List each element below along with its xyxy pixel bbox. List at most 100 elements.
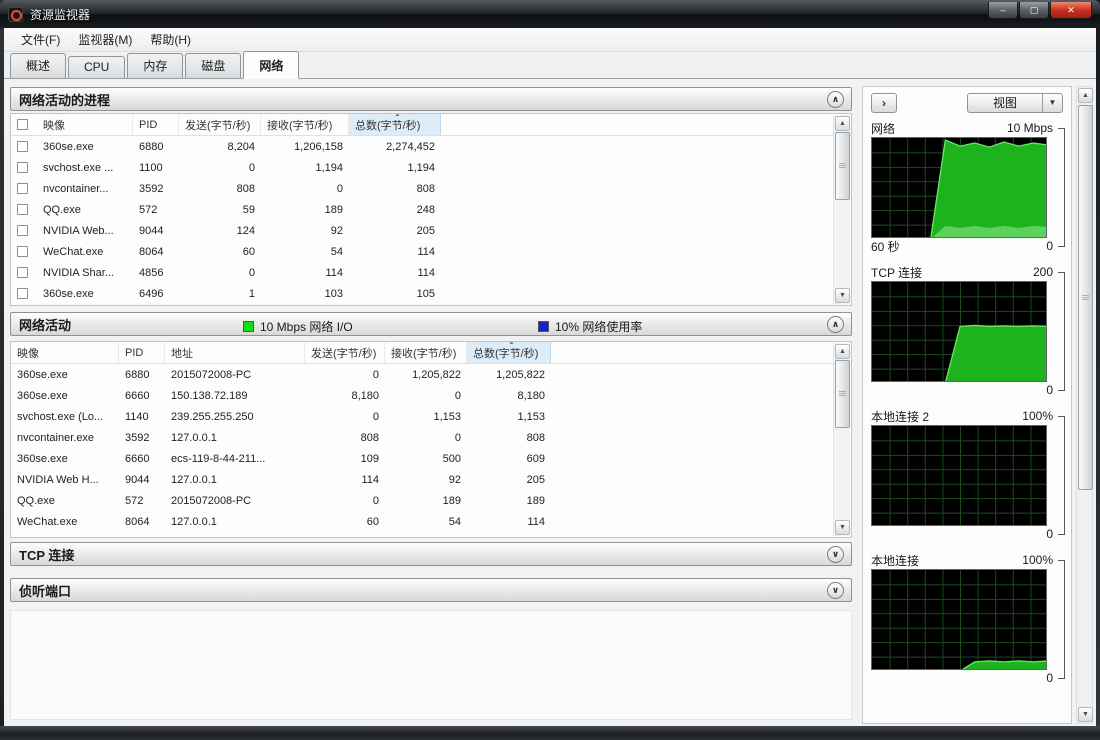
- graph-foot: 0: [871, 526, 1053, 542]
- graph-block-2: 本地连接 2 100% 0: [871, 407, 1065, 542]
- scroll-down-icon[interactable]: ▼: [835, 288, 850, 303]
- scroll-up-icon[interactable]: ▲: [1078, 88, 1093, 103]
- page-scrollbar[interactable]: ▲ ▼: [1076, 86, 1093, 724]
- sort-asc-icon: ▲: [508, 342, 515, 346]
- cell: 105: [416, 287, 435, 300]
- section-listening-ports-header[interactable]: 侦听端口 ∨: [10, 578, 852, 602]
- table-row[interactable]: NVIDIA Web... 9044 124 92 205: [11, 220, 851, 241]
- graph-title: 本地连接 2: [871, 409, 930, 424]
- column-header-5[interactable]: 总数(字节/秒) ▲: [467, 342, 551, 363]
- table-header: 映像 PID 地址 发送(字节/秒) 接收(字节/秒) 总数(字节/秒) ▲: [11, 342, 851, 364]
- tab-0[interactable]: 概述: [10, 53, 67, 78]
- table-scrollbar[interactable]: ▲ ▼: [833, 115, 850, 304]
- scroll-up-icon[interactable]: ▲: [835, 344, 850, 359]
- cell: 127.0.0.1: [171, 515, 217, 528]
- panel-toggle-button[interactable]: ›: [871, 93, 897, 113]
- table-row[interactable]: 360se.exe 6880 8,204 1,206,158 2,274,452: [11, 136, 851, 157]
- close-button[interactable]: ✕: [1050, 1, 1092, 19]
- column-header-4[interactable]: 总数(字节/秒) ▲: [349, 114, 441, 135]
- row-checkbox[interactable]: [17, 225, 28, 236]
- menu-item[interactable]: 监视器(M): [69, 28, 141, 51]
- menu-item[interactable]: 帮助(H): [141, 28, 200, 51]
- table-row[interactable]: 360se.exe 6496 1 103 105: [11, 283, 851, 304]
- row-checkbox[interactable]: [17, 162, 28, 173]
- cell: 127.0.0.1: [171, 473, 217, 486]
- cell: 572: [125, 494, 144, 507]
- table-row[interactable]: 360se.exe 6880 2015072008-PC 0 1,205,822 1,20…: [11, 364, 851, 385]
- row-checkbox[interactable]: [17, 288, 28, 299]
- tab-1[interactable]: CPU: [68, 56, 126, 78]
- cell: 0: [336, 182, 343, 195]
- table-row[interactable]: NVIDIA Shar... 4856 0 114 114: [11, 262, 851, 283]
- cell: QQ.exe: [17, 494, 55, 507]
- graph-block-3: 本地连接 100% 0: [871, 551, 1065, 686]
- graph-head: 本地连接 100%: [871, 551, 1053, 569]
- header-checkbox-cell: [11, 114, 37, 135]
- collapse-icon[interactable]: ∧: [827, 91, 844, 108]
- table-scrollbar[interactable]: ▲ ▼: [833, 343, 850, 536]
- section-activity-header[interactable]: 网络活动 10 Mbps 网络 I/O 10% 网络使用率 ∧: [10, 312, 852, 336]
- column-header-1[interactable]: PID: [119, 342, 165, 363]
- maximize-button[interactable]: ▢: [1019, 1, 1049, 19]
- scrollbar-thumb[interactable]: [835, 360, 850, 428]
- row-checkbox-cell: [11, 288, 37, 299]
- column-header-2[interactable]: 发送(字节/秒): [179, 114, 261, 135]
- cell: 54: [448, 515, 461, 528]
- cell: NVIDIA Shar...: [43, 266, 114, 279]
- menu-item[interactable]: 文件(F): [12, 28, 69, 51]
- graph-x-label: 60 秒: [871, 239, 900, 254]
- cell: 103: [324, 287, 343, 300]
- expand-icon[interactable]: ∨: [827, 546, 844, 563]
- cell: QQ.exe: [43, 203, 81, 216]
- cell: 189: [442, 494, 461, 507]
- tab-2[interactable]: 内存: [127, 53, 184, 78]
- table-row[interactable]: QQ.exe 572 2015072008-PC 0 189 189: [11, 490, 851, 511]
- scrollbar-thumb[interactable]: [1078, 105, 1093, 490]
- column-header-3[interactable]: 接收(字节/秒): [261, 114, 349, 135]
- graph-foot: 0: [871, 670, 1053, 686]
- scrollbar-thumb[interactable]: [835, 132, 850, 200]
- table-row[interactable]: WeChat.exe 8064 127.0.0.1 60 54 114: [11, 511, 851, 532]
- table-row[interactable]: 360se.exe 6660 150.138.72.189 8,180 0 8,180: [11, 385, 851, 406]
- column-header-1[interactable]: PID: [133, 114, 179, 135]
- tab-4[interactable]: 网络: [243, 51, 300, 79]
- cell: 124: [236, 224, 255, 237]
- charts-stack: 网络 10 Mbps 60 秒 0 TCP 连接 200 0 本地连接 2 100% 0 本地连接 1…: [871, 119, 1065, 695]
- collapse-icon[interactable]: ∧: [827, 316, 844, 333]
- graph-foot: 0: [871, 382, 1053, 398]
- scroll-down-icon[interactable]: ▼: [1078, 707, 1093, 722]
- table-row[interactable]: svchost.exe (Lo... 1140 239.255.255.250 0 1,…: [11, 406, 851, 427]
- row-checkbox[interactable]: [17, 141, 28, 152]
- cell: 3592: [139, 182, 164, 195]
- column-header-0[interactable]: 映像: [37, 114, 133, 135]
- row-checkbox[interactable]: [17, 267, 28, 278]
- column-header-0[interactable]: 映像: [11, 342, 119, 363]
- tab-3[interactable]: 磁盘: [185, 53, 242, 78]
- column-header-3[interactable]: 发送(字节/秒): [305, 342, 385, 363]
- scroll-down-icon[interactable]: ▼: [835, 520, 850, 535]
- chevron-down-icon[interactable]: ▼: [1042, 94, 1062, 112]
- table-row[interactable]: nvcontainer.exe 3592 127.0.0.1 808 0 808: [11, 427, 851, 448]
- section-ports-title: 侦听端口: [19, 583, 72, 599]
- scroll-up-icon[interactable]: ▲: [835, 116, 850, 131]
- column-header-2[interactable]: 地址: [165, 342, 305, 363]
- views-dropdown-button[interactable]: 视图 ▼: [967, 93, 1063, 113]
- row-checkbox[interactable]: [17, 246, 28, 257]
- table-row[interactable]: nvcontainer... 3592 808 0 808: [11, 178, 851, 199]
- table-row[interactable]: svchost.exe ... 1100 0 1,194 1,194: [11, 157, 851, 178]
- row-checkbox[interactable]: [17, 183, 28, 194]
- section-tcp-connections-header[interactable]: TCP 连接 ∨: [10, 542, 852, 566]
- table-row[interactable]: QQ.exe 572 59 189 248: [11, 199, 851, 220]
- cell: 0: [372, 494, 379, 507]
- expand-icon[interactable]: ∨: [827, 582, 844, 599]
- cell: 0: [372, 368, 379, 381]
- minimize-button[interactable]: –: [988, 1, 1018, 19]
- table-row[interactable]: 360se.exe 6660 ecs-119-8-44-211... 109 500 60…: [11, 448, 851, 469]
- section-processes-header[interactable]: 网络活动的进程 ∧: [10, 87, 852, 111]
- row-checkbox[interactable]: [17, 204, 28, 215]
- table-row[interactable]: NVIDIA Web H... 9044 127.0.0.1 114 92 205: [11, 469, 851, 490]
- table-row[interactable]: WeChat.exe 8064 60 54 114: [11, 241, 851, 262]
- column-header-4[interactable]: 接收(字节/秒): [385, 342, 467, 363]
- select-all-checkbox[interactable]: [17, 119, 28, 130]
- cell: 9044: [125, 473, 150, 486]
